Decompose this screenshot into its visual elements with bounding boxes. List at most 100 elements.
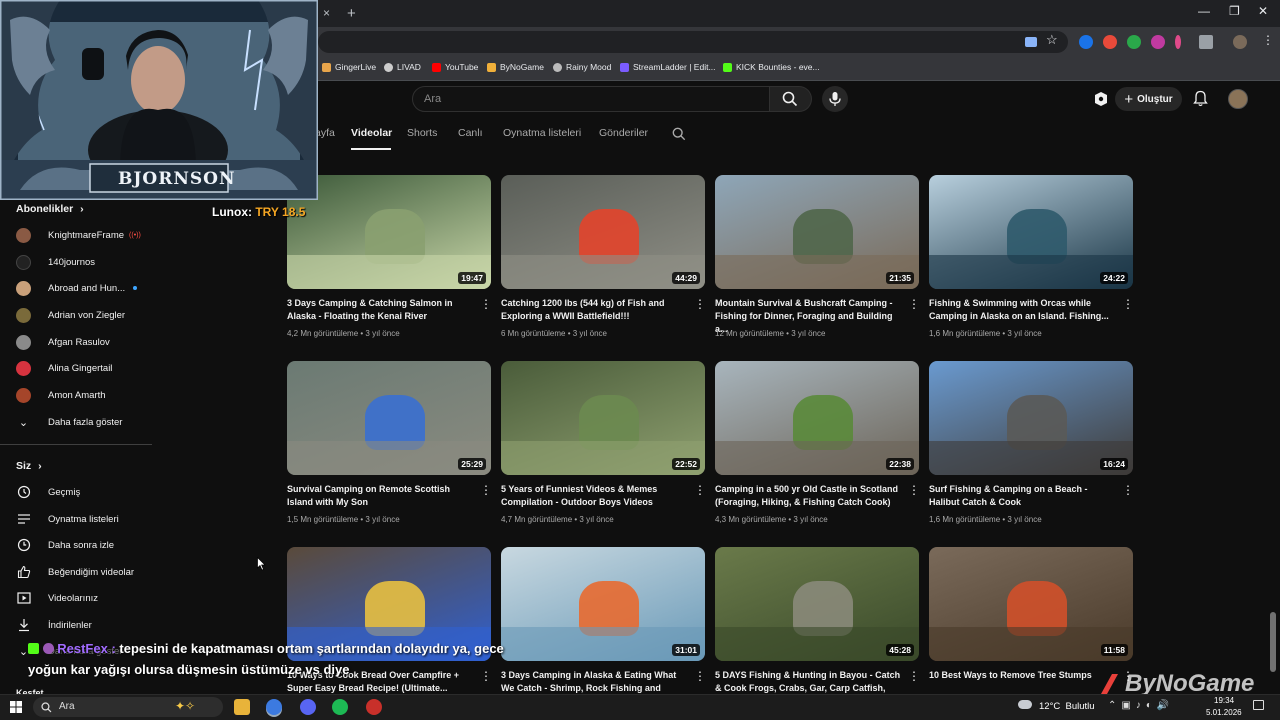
sidebar-item-subscription[interactable]: Adrian von Ziegler (16, 306, 156, 324)
bookmark-item[interactable]: LIVAD (384, 62, 421, 72)
sidebar-item-your-videos[interactable]: Videolarınız (16, 589, 156, 607)
voice-search-button[interactable] (822, 86, 848, 112)
address-bar[interactable] (318, 31, 1068, 53)
video-thumbnail[interactable]: 45:28 (715, 547, 919, 661)
more-actions-icon[interactable]: ⋮ (694, 669, 706, 683)
more-actions-icon[interactable]: ⋮ (694, 483, 706, 497)
video-title[interactable]: Fishing & Swimming with Orcas while Camp… (929, 297, 1117, 323)
studio-icon[interactable] (1093, 91, 1109, 107)
tab-live[interactable]: Canlı (458, 127, 483, 139)
obs-icon[interactable] (366, 699, 382, 715)
video-title[interactable]: Catching 1200 lbs (544 kg) of Fish and E… (501, 297, 689, 323)
bookmark-item[interactable]: GingerLive (322, 62, 376, 72)
sidebar-item-subscription[interactable]: Amon Amarth (16, 386, 156, 404)
video-thumbnail[interactable]: 22:52 (501, 361, 705, 475)
chrome-icon[interactable] (266, 699, 282, 715)
windows-start-icon[interactable] (10, 701, 22, 713)
video-thumbnail[interactable]: 11:58 (929, 547, 1133, 661)
sidebar-item-subscription[interactable]: 140journos (16, 253, 156, 271)
new-tab-button[interactable]: + (347, 5, 356, 22)
video-thumbnail[interactable]: 16:24 (929, 361, 1133, 475)
video-thumbnail[interactable]: 22:38 (715, 361, 919, 475)
file-explorer-icon[interactable] (234, 699, 250, 715)
window-close-button[interactable]: ✕ (1258, 4, 1268, 18)
video-thumbnail[interactable]: 21:35 (715, 175, 919, 289)
bookmark-item[interactable]: StreamLadder | Edit... (620, 62, 716, 72)
more-actions-icon[interactable]: ⋮ (1122, 483, 1134, 497)
sidebar-item-subscription[interactable]: Abroad and Hun... (16, 279, 156, 297)
video-card[interactable]: 11:58 10 Best Ways to Remove Tree Stumps ⋮… (929, 547, 1134, 710)
video-thumbnail[interactable]: 31:01 (501, 547, 705, 661)
extension-icon[interactable] (1151, 35, 1165, 49)
bookmark-item[interactable]: Rainy Mood (553, 62, 611, 72)
sidebar-item-subscription[interactable]: KnightmareFrame ((•)) (16, 226, 156, 244)
video-card[interactable]: 22:52 5 Years of Funniest Videos & Memes … (501, 361, 706, 524)
maximize-button[interactable]: ❐ (1229, 4, 1240, 18)
extension-icon[interactable] (1175, 35, 1181, 49)
sidebar-item-playlists[interactable]: Oynatma listeleri (16, 510, 156, 528)
more-actions-icon[interactable]: ⋮ (908, 669, 920, 683)
tab-videos[interactable]: Videolar (351, 127, 392, 139)
sidebar-item-subscription[interactable]: Afgan Rasulov (16, 333, 156, 351)
sidebar-show-more[interactable]: ⌄ Daha fazla göster (16, 413, 156, 431)
notifications-icon[interactable] (1253, 700, 1264, 710)
more-actions-icon[interactable]: ⋮ (480, 297, 492, 311)
system-tray-icons[interactable]: ⌃▣♪◐🔊 (1108, 700, 1174, 711)
video-thumbnail[interactable]: 24:22 (929, 175, 1133, 289)
minimize-button[interactable]: — (1198, 4, 1210, 18)
notifications-bell-icon[interactable] (1193, 90, 1208, 107)
sidebar-item-history[interactable]: Geçmiş (16, 483, 156, 501)
sidebar-item-watch-later[interactable]: Daha sonra izle (16, 536, 156, 554)
video-title[interactable]: Surf Fishing & Camping on a Beach - Hali… (929, 483, 1117, 509)
video-title[interactable]: 3 Days Camping & Catching Salmon in Alas… (287, 297, 475, 323)
video-card[interactable]: 31:01 3 Days Camping in Alaska & Eating W… (501, 547, 706, 706)
extension-icon[interactable] (1079, 35, 1093, 49)
video-card[interactable]: 25:29 Survival Camping on Remote Scottish… (287, 361, 492, 524)
account-avatar[interactable] (1228, 89, 1248, 109)
more-actions-icon[interactable]: ⋮ (480, 483, 492, 497)
channel-search-icon[interactable] (672, 127, 686, 141)
more-actions-icon[interactable]: ⋮ (480, 669, 492, 683)
more-actions-icon[interactable]: ⋮ (694, 297, 706, 311)
spotify-icon[interactable] (332, 699, 348, 715)
video-card[interactable]: 44:29 Catching 1200 lbs (544 kg) of Fish … (501, 175, 706, 338)
video-title[interactable]: Camping in a 500 yr Old Castle in Scotla… (715, 483, 903, 509)
video-card[interactable]: 24:22 Fishing & Swimming with Orcas while… (929, 175, 1134, 338)
taskbar-date[interactable]: 5.01.2026 (1206, 708, 1242, 717)
scrollbar[interactable] (1270, 612, 1276, 672)
browser-menu-icon[interactable]: ⋮ (1262, 33, 1274, 47)
bookmark-star-icon[interactable]: ☆ (1046, 32, 1058, 48)
video-thumbnail[interactable]: 44:29 (501, 175, 705, 289)
tab-posts[interactable]: Gönderiler (599, 127, 648, 139)
discord-icon[interactable] (300, 699, 316, 715)
search-button[interactable] (770, 86, 812, 112)
more-actions-icon[interactable]: ⋮ (908, 297, 920, 311)
bookmark-item[interactable]: ByNoGame (487, 62, 544, 72)
video-card[interactable]: 45:28 5 DAYS Fishing & Hunting in Bayou -… (715, 547, 920, 706)
sidebar-item-downloads[interactable]: İndirilenler (16, 616, 156, 634)
tab-shorts[interactable]: Shorts (407, 127, 437, 139)
subscriptions-heading[interactable]: Abonelikler › (16, 203, 84, 215)
video-thumbnail[interactable]: 25:29 (287, 361, 491, 475)
create-button[interactable]: + Oluştur (1115, 87, 1182, 111)
video-card[interactable]: 22:38 Camping in a 500 yr Old Castle in S… (715, 361, 920, 524)
taskbar-time[interactable]: 19:34 (1214, 696, 1234, 705)
sidebar-item-subscription[interactable]: Alina Gingertail (16, 359, 156, 377)
close-tab-button[interactable]: × (323, 6, 330, 20)
more-actions-icon[interactable]: ⋮ (1122, 297, 1134, 311)
weather-text[interactable]: 12°C Bulutlu (1039, 701, 1095, 712)
tab-playlists[interactable]: Oynatma listeleri (503, 127, 581, 139)
taskbar-search-input[interactable]: Ara ✦✧ (33, 697, 223, 717)
video-title[interactable]: Survival Camping on Remote Scottish Isla… (287, 483, 475, 509)
video-title[interactable]: 10 Best Ways to Remove Tree Stumps (929, 669, 1117, 682)
video-card[interactable]: 21:35 Mountain Survival & Bushcraft Campi… (715, 175, 920, 338)
video-title[interactable]: 5 Years of Funniest Videos & Memes Compi… (501, 483, 689, 509)
install-app-icon[interactable] (1025, 37, 1037, 47)
more-actions-icon[interactable]: ⋮ (908, 483, 920, 497)
video-card[interactable]: 16:24 Surf Fishing & Camping on a Beach -… (929, 361, 1134, 524)
search-input[interactable]: Ara (412, 86, 770, 112)
sidebar-item-liked-videos[interactable]: Beğendiğim videolar (16, 563, 156, 581)
extension-icon[interactable] (1127, 35, 1141, 49)
you-heading[interactable]: Siz › (16, 460, 42, 472)
bookmark-item[interactable]: KICK Bounties - eve... (723, 62, 820, 72)
